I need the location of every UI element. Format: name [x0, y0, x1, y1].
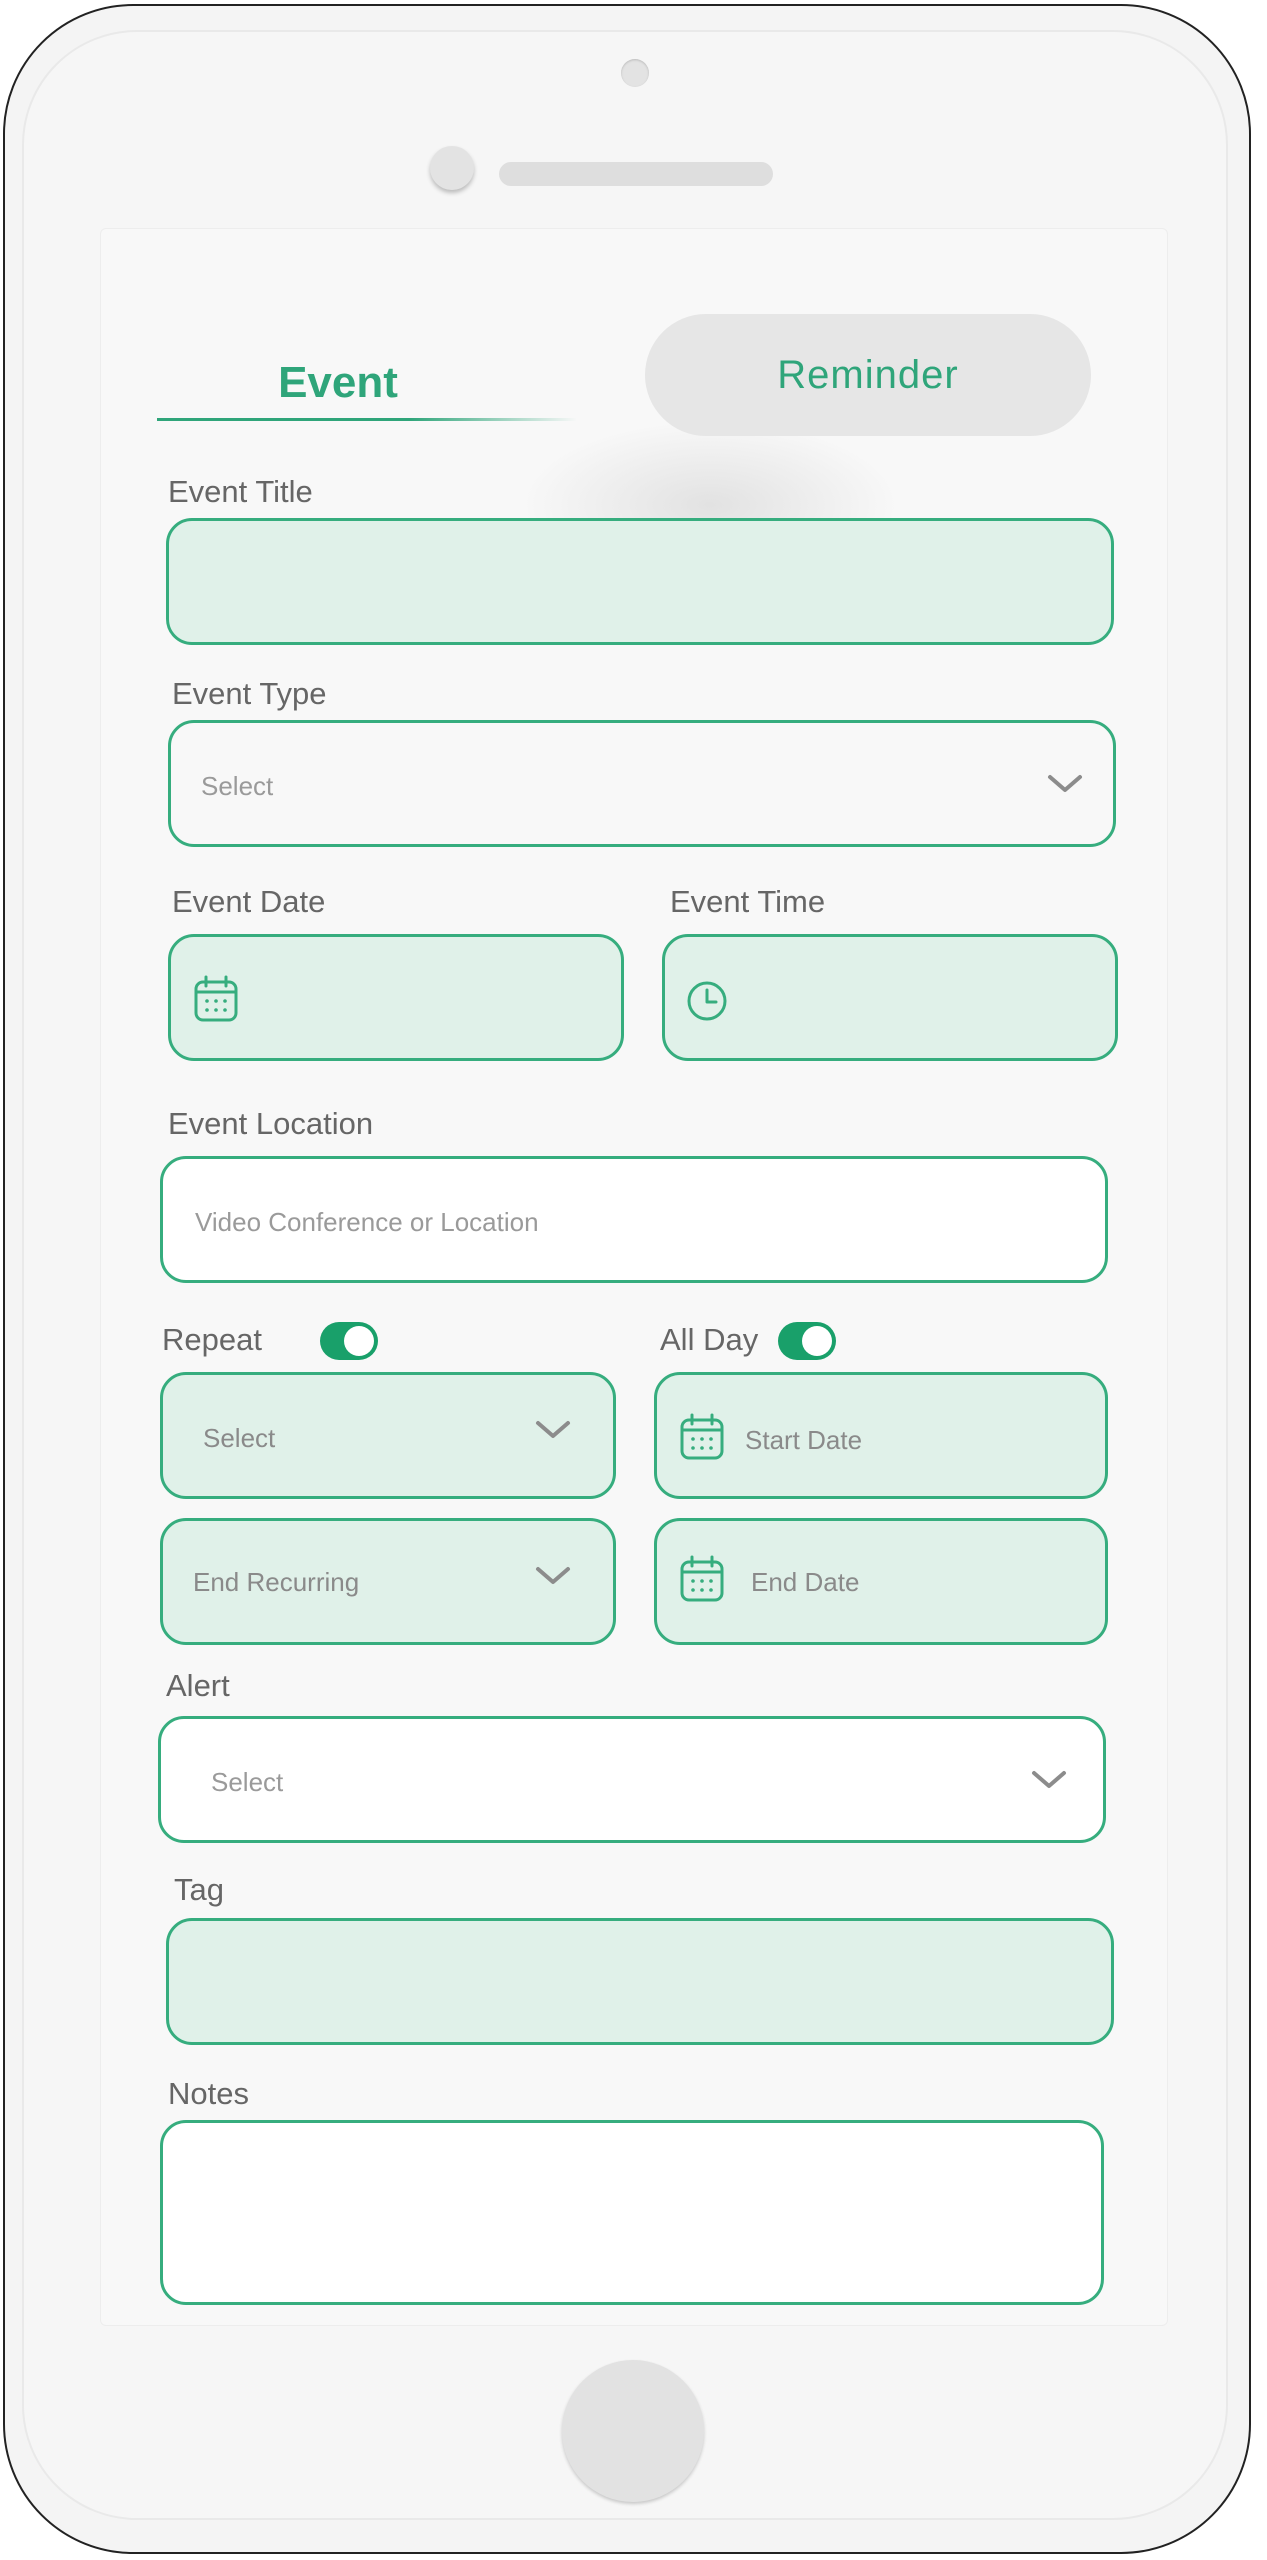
- start-date-input[interactable]: Start Date: [654, 1372, 1108, 1499]
- event-time-input[interactable]: [662, 934, 1118, 1061]
- tab-reminder[interactable]: Reminder: [645, 314, 1091, 436]
- clock-icon: [687, 981, 727, 1021]
- event-date-label: Event Date: [172, 884, 326, 919]
- calendar-icon: [680, 1555, 724, 1602]
- start-date-placeholder: Start Date: [745, 1425, 863, 1455]
- front-camera: [621, 59, 649, 87]
- all-day-toggle[interactable]: [778, 1322, 836, 1360]
- tag-input[interactable]: [166, 1918, 1114, 2045]
- end-date-placeholder: End Date: [751, 1567, 860, 1597]
- event-title-label: Event Title: [168, 474, 313, 509]
- chevron-down-icon: [536, 1421, 570, 1438]
- calendar-icon: [194, 975, 238, 1022]
- repeat-label: Repeat: [162, 1322, 262, 1357]
- event-type-placeholder: Select: [201, 771, 274, 801]
- repeat-select-placeholder: Select: [203, 1423, 276, 1453]
- repeat-select[interactable]: Select: [160, 1372, 616, 1499]
- event-title-input[interactable]: [166, 518, 1114, 645]
- event-type-select[interactable]: Select: [168, 720, 1116, 847]
- end-recurring-placeholder: End Recurring: [193, 1567, 360, 1597]
- all-day-label: All Day: [660, 1322, 759, 1357]
- repeat-toggle-knob: [344, 1326, 374, 1356]
- all-day-toggle-knob: [802, 1326, 832, 1356]
- alert-select[interactable]: Select: [158, 1716, 1106, 1843]
- event-location-input[interactable]: Video Conference or Location: [160, 1156, 1108, 1283]
- end-date-input[interactable]: End Date: [654, 1518, 1108, 1645]
- tab-event[interactable]: Event: [158, 350, 518, 420]
- proximity-sensor: [430, 146, 474, 190]
- event-location-label: Event Location: [168, 1106, 374, 1141]
- home-button[interactable]: [562, 2360, 704, 2502]
- chevron-down-icon: [536, 1567, 570, 1584]
- notes-textarea[interactable]: [160, 2120, 1104, 2305]
- tab-event-underline: [157, 418, 577, 421]
- calendar-icon: [680, 1413, 724, 1460]
- alert-label: Alert: [166, 1668, 230, 1703]
- chevron-down-icon: [1032, 1771, 1066, 1788]
- chevron-down-icon: [1048, 775, 1082, 792]
- event-time-label: Event Time: [670, 884, 826, 919]
- event-type-label: Event Type: [172, 676, 327, 711]
- notes-label: Notes: [168, 2076, 249, 2111]
- repeat-toggle[interactable]: [320, 1322, 378, 1360]
- alert-placeholder: Select: [211, 1767, 284, 1797]
- event-date-input[interactable]: [168, 934, 624, 1061]
- end-recurring-select[interactable]: End Recurring: [160, 1518, 616, 1645]
- earpiece-speaker: [499, 162, 773, 186]
- tag-label: Tag: [174, 1872, 224, 1907]
- event-location-placeholder: Video Conference or Location: [195, 1207, 539, 1237]
